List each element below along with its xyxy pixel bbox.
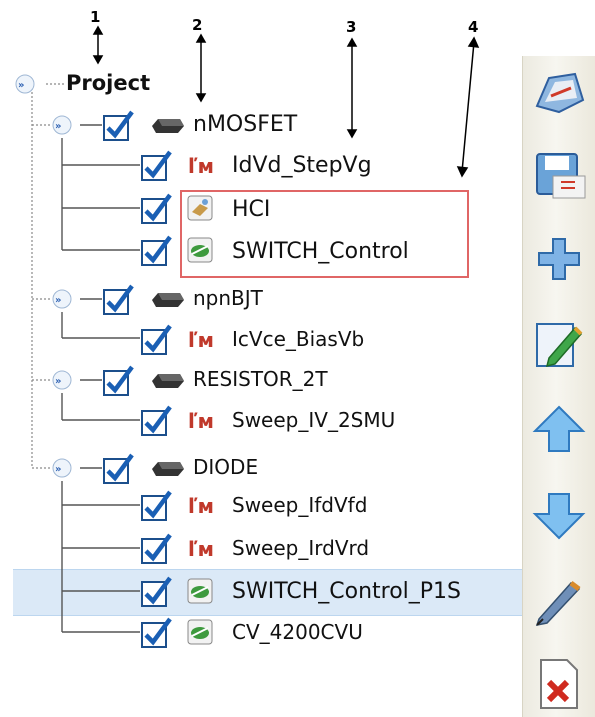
module-test-icon	[187, 195, 213, 221]
iv-test-icon: ľм	[188, 409, 214, 433]
edit-icon[interactable]	[531, 318, 587, 372]
move-up-icon[interactable]	[531, 403, 587, 457]
test-checkbox-cv[interactable]	[140, 615, 174, 649]
expander-nmosfet-icon[interactable]: »	[48, 114, 76, 136]
test-checkbox-switch-control-p1s[interactable]	[140, 574, 174, 608]
svg-text:»: »	[55, 464, 61, 475]
test-label-switch-control[interactable]: SWITCH_Control	[232, 241, 409, 263]
test-label-sweep-ifdvfd[interactable]: Sweep_IfdVfd	[232, 495, 367, 515]
svg-text:ľм: ľм	[188, 537, 214, 561]
project-toolbar	[522, 56, 595, 717]
tree-root-label[interactable]: Project	[66, 73, 150, 94]
svg-text:»: »	[55, 121, 61, 132]
device-label-nmosfet[interactable]: nMOSFET	[193, 114, 297, 136]
device-checkbox-diode[interactable]	[102, 451, 136, 485]
save-project-icon[interactable]	[531, 148, 587, 202]
callout-arrows	[92, 25, 480, 178]
iv-test-icon: ľм	[188, 154, 214, 178]
device-label-npnbjt[interactable]: npnBJT	[193, 288, 263, 308]
test-checkbox-hci[interactable]	[140, 191, 174, 225]
device-label-diode[interactable]: DIODE	[193, 457, 258, 477]
test-label-sweep-irdvrd[interactable]: Sweep_IrdVrd	[232, 538, 369, 558]
iv-test-icon: ľм	[188, 328, 214, 352]
expander-diode-icon[interactable]: »	[48, 457, 76, 479]
test-label-sweep-iv[interactable]: Sweep_IV_2SMU	[232, 410, 395, 430]
device-chip-icon	[152, 119, 184, 133]
expander-root-icon[interactable]: »	[14, 73, 36, 95]
test-checkbox-sweep-ifdvfd[interactable]	[140, 488, 174, 522]
test-checkbox-sweep-irdvrd[interactable]	[140, 531, 174, 565]
switch-test-icon	[187, 578, 213, 604]
svg-text:ľм: ľм	[188, 328, 214, 352]
device-checkbox-npnbjt[interactable]	[102, 282, 136, 316]
highlight-box	[180, 190, 469, 278]
expander-npnbjt-icon[interactable]: »	[48, 288, 76, 310]
project-tree-panel: 1 2 3 4 » Project » nMOSFET ľм IdVd_Step…	[0, 0, 522, 717]
test-label-cv[interactable]: CV_4200CVU	[232, 622, 363, 642]
delete-icon[interactable]	[531, 656, 587, 710]
device-checkbox-nmosfet[interactable]	[102, 108, 136, 142]
device-label-resistor[interactable]: RESISTOR_2T	[193, 369, 328, 389]
open-project-icon[interactable]	[531, 66, 587, 120]
expander-resistor-icon[interactable]: »	[48, 369, 76, 391]
device-chip-icon	[152, 374, 184, 388]
svg-text:»: »	[18, 80, 24, 91]
switch-test-icon	[187, 237, 213, 263]
svg-text:»: »	[55, 376, 61, 387]
test-label-idvd[interactable]: IdVd_StepVg	[232, 155, 372, 177]
iv-test-icon: ľм	[188, 537, 214, 561]
add-icon[interactable]	[531, 233, 587, 287]
device-checkbox-resistor[interactable]	[102, 363, 136, 397]
svg-text:ľм: ľм	[188, 494, 214, 518]
test-label-switch-control-p1s[interactable]: SWITCH_Control_P1S	[232, 581, 461, 603]
switch-test-icon	[187, 619, 213, 645]
svg-text:ľм: ľм	[188, 154, 214, 178]
test-label-hci[interactable]: HCI	[232, 199, 270, 221]
test-checkbox-idvd[interactable]	[140, 148, 174, 182]
svg-text:ľм: ľм	[188, 409, 214, 433]
iv-test-icon: ľм	[188, 494, 214, 518]
test-checkbox-switch-control[interactable]	[140, 233, 174, 267]
rename-icon[interactable]	[531, 573, 587, 627]
svg-text:»: »	[55, 295, 61, 306]
device-chip-icon	[152, 293, 184, 307]
test-label-icvce[interactable]: IcVce_BiasVb	[232, 329, 364, 349]
move-down-icon[interactable]	[531, 488, 587, 542]
test-checkbox-icvce[interactable]	[140, 322, 174, 356]
device-chip-icon	[152, 462, 184, 476]
test-checkbox-sweep-iv[interactable]	[140, 403, 174, 437]
